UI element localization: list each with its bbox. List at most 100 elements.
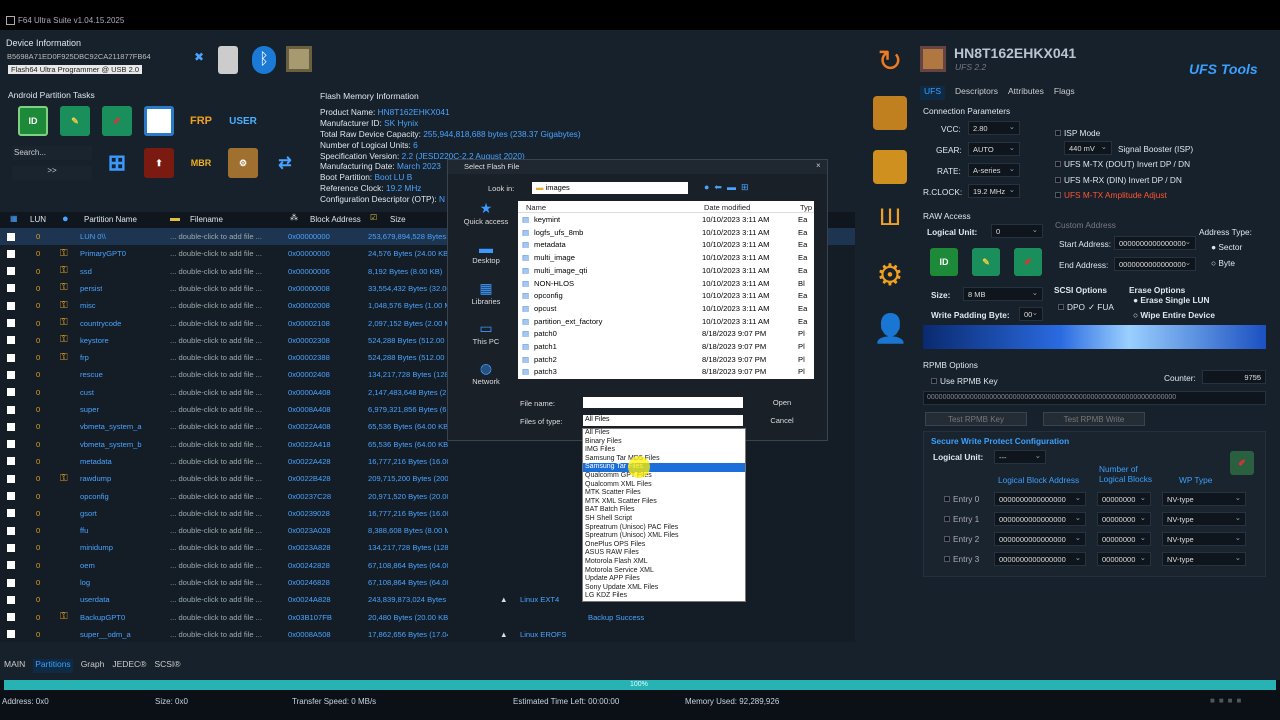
row-checkbox[interactable] (7, 543, 15, 552)
ufs-tab[interactable]: Attributes (1008, 86, 1044, 100)
use-rpmb-chk[interactable] (931, 378, 937, 384)
row-filename[interactable]: ... double-click to add file ... (170, 526, 262, 535)
filetype-option[interactable]: Qualcomm XML Files (583, 481, 745, 490)
device-serial-select[interactable]: B5698A71ED0F925DBC92CA211877FB64 (4, 51, 188, 64)
filetype-option[interactable]: Spreatrum (Unisoc) PAC Files (583, 524, 745, 533)
raw-read-icon[interactable]: ID (930, 248, 958, 276)
filetype-option[interactable]: SH Shell Script (583, 515, 745, 524)
amp-checkbox[interactable]: UFS M-TX Amplitude Adjust (1055, 190, 1167, 200)
col-block[interactable]: Block Address (310, 215, 361, 224)
erase-icon[interactable]: ✐ (102, 106, 132, 136)
row-filename[interactable]: ... double-click to add file ... (170, 561, 262, 570)
place-item[interactable]: ▬ Desktop (454, 240, 518, 280)
ufs-chip-icon[interactable] (873, 96, 907, 130)
entry-chk[interactable] (944, 536, 950, 542)
entry-wp[interactable]: NV-type (1162, 532, 1246, 546)
bottom-tab[interactable]: SCSI® (154, 659, 180, 673)
filetype-select[interactable]: All Files (583, 415, 743, 426)
sector-radio[interactable]: ● Sector (1211, 242, 1242, 252)
row-filename[interactable]: ... double-click to add file ... (170, 319, 262, 328)
swp-write-icon[interactable]: ✐ (1230, 451, 1254, 475)
entry-wp[interactable]: NV-type (1162, 492, 1246, 506)
row-checkbox[interactable] (7, 440, 15, 449)
erase-all-radio[interactable]: ○ Wipe Entire Device (1133, 310, 1215, 320)
row-filename[interactable]: ... double-click to add file ... (170, 388, 262, 397)
row-checkbox[interactable] (7, 595, 15, 604)
filetype-option[interactable]: MTK XML Scatter Files (583, 498, 745, 507)
bottom-tab[interactable]: MAIN (4, 659, 25, 673)
settings-chip-icon[interactable]: ⚙ (228, 148, 258, 178)
erase-single-radio[interactable]: ● Erase Single LUN (1133, 295, 1210, 305)
bottom-tab[interactable]: Partitions (33, 659, 73, 673)
test-rpmb-key-button[interactable]: Test RPMB Key (925, 412, 1027, 426)
row-filename[interactable]: ... double-click to add file ... (170, 440, 262, 449)
row-filename[interactable]: ... double-click to add file ... (170, 267, 262, 276)
row-filename[interactable]: ... double-click to add file ... (170, 595, 262, 604)
mtx-checkbox[interactable]: UFS M-TX (DOUT) Invert DP / DN (1055, 159, 1190, 169)
row-filename[interactable]: ... double-click to add file ... (170, 353, 262, 362)
test-rpmb-write-button[interactable]: Test RPMB Write (1043, 412, 1145, 426)
entry-nlb[interactable]: 00000000 (1097, 512, 1151, 526)
row-checkbox[interactable] (7, 492, 15, 500)
row-filename[interactable]: ... double-click to add file ... (170, 301, 262, 310)
place-item[interactable]: ◍ Network (454, 360, 518, 400)
mrx-chk[interactable] (1055, 177, 1061, 183)
windows-icon[interactable]: ⊞ (102, 148, 132, 178)
end-input[interactable]: 0000000000000000 (1114, 257, 1196, 271)
row-filename[interactable]: ... double-click to add file ... (170, 284, 262, 293)
filetype-option[interactable]: LG KDZ Files (583, 592, 745, 601)
dialog-close-icon[interactable]: × (816, 161, 821, 170)
padding-select[interactable]: 00 (1019, 307, 1043, 321)
row-checkbox[interactable] (7, 561, 15, 570)
row-filename[interactable]: ... double-click to add file ... (170, 578, 262, 587)
row-filename[interactable]: ... double-click to add file ... (170, 422, 262, 431)
row-checkbox[interactable] (7, 232, 15, 241)
row-filename[interactable]: ... double-click to add file ... (170, 457, 262, 466)
lookin-select[interactable]: ▬ images (532, 182, 688, 194)
blank-icon[interactable] (144, 106, 174, 136)
filetype-option[interactable]: All Files (583, 429, 745, 438)
filetype-option[interactable]: IMG Files (583, 446, 745, 455)
entry-lba[interactable]: 0000000000000000 (994, 552, 1086, 566)
row-filename[interactable]: ... double-click to add file ... (170, 249, 262, 258)
file-item[interactable]: ▤ patch1 8/18/2023 9:07 PM Pl (518, 342, 814, 355)
row-filename[interactable]: ... double-click to add file ... (170, 543, 262, 552)
isp-mode-checkbox[interactable]: ISP Mode (1055, 128, 1100, 138)
mrx-checkbox[interactable]: UFS M-RX (DIN) Invert DP / DN (1055, 175, 1182, 185)
col-size[interactable]: Size (390, 215, 406, 224)
row-checkbox[interactable] (7, 474, 15, 483)
row-checkbox[interactable] (7, 613, 15, 622)
raw-write-icon[interactable]: ✎ (972, 248, 1000, 276)
mv-select[interactable]: 440 mV (1064, 141, 1112, 155)
refresh-icon[interactable]: ↻ (873, 44, 907, 78)
file-item[interactable]: ▤ opconfig 10/10/2023 3:11 AM Ea (518, 291, 814, 304)
start-input[interactable]: 0000000000000000 (1114, 236, 1196, 250)
filetype-option[interactable]: OnePlus OPS Files (583, 541, 745, 550)
col-date[interactable]: Date modified (704, 203, 750, 212)
frp-icon[interactable]: FRP (186, 106, 216, 136)
bottom-tab[interactable]: Graph (81, 659, 105, 673)
row-filename[interactable]: ... double-click to add file ... (170, 232, 262, 241)
row-checkbox[interactable] (7, 301, 15, 310)
entry-nlb[interactable]: 00000000 (1097, 532, 1151, 546)
filetype-option[interactable]: Spreatrum (Unisoc) XML Files (583, 532, 745, 541)
entry-checkbox[interactable]: Entry 2 (944, 534, 979, 544)
row-checkbox[interactable] (7, 578, 15, 587)
swp-lu-select[interactable]: --- (994, 450, 1046, 464)
row-filename[interactable]: ... double-click to add file ... (170, 370, 262, 379)
filetype-option[interactable]: BAT Batch Files (583, 506, 745, 515)
row-filename[interactable]: ... double-click to add file ... (170, 509, 262, 518)
vcc-select[interactable]: 2.80 (968, 121, 1020, 135)
place-item[interactable]: ▭ This PC (454, 320, 518, 360)
user-icon[interactable]: USER (228, 106, 258, 136)
entry-nlb[interactable]: 00000000 (1097, 492, 1151, 506)
filetype-option[interactable]: Sony Update XML Files (583, 584, 745, 593)
row-filename[interactable]: ... double-click to add file ... (170, 405, 262, 414)
entry-wp[interactable]: NV-type (1162, 512, 1246, 526)
entry-lba[interactable]: 0000000000000000 (994, 532, 1086, 546)
file-item[interactable]: ▤ patch3 8/18/2023 9:07 PM Pl (518, 367, 814, 380)
filetype-option[interactable]: Binary Files (583, 438, 745, 447)
filetype-option[interactable]: MTK Scatter Files (583, 489, 745, 498)
row-filename[interactable]: ... double-click to add file ... (170, 630, 262, 639)
file-item[interactable]: ▤ opcust 10/10/2023 3:11 AM Ea (518, 304, 814, 317)
